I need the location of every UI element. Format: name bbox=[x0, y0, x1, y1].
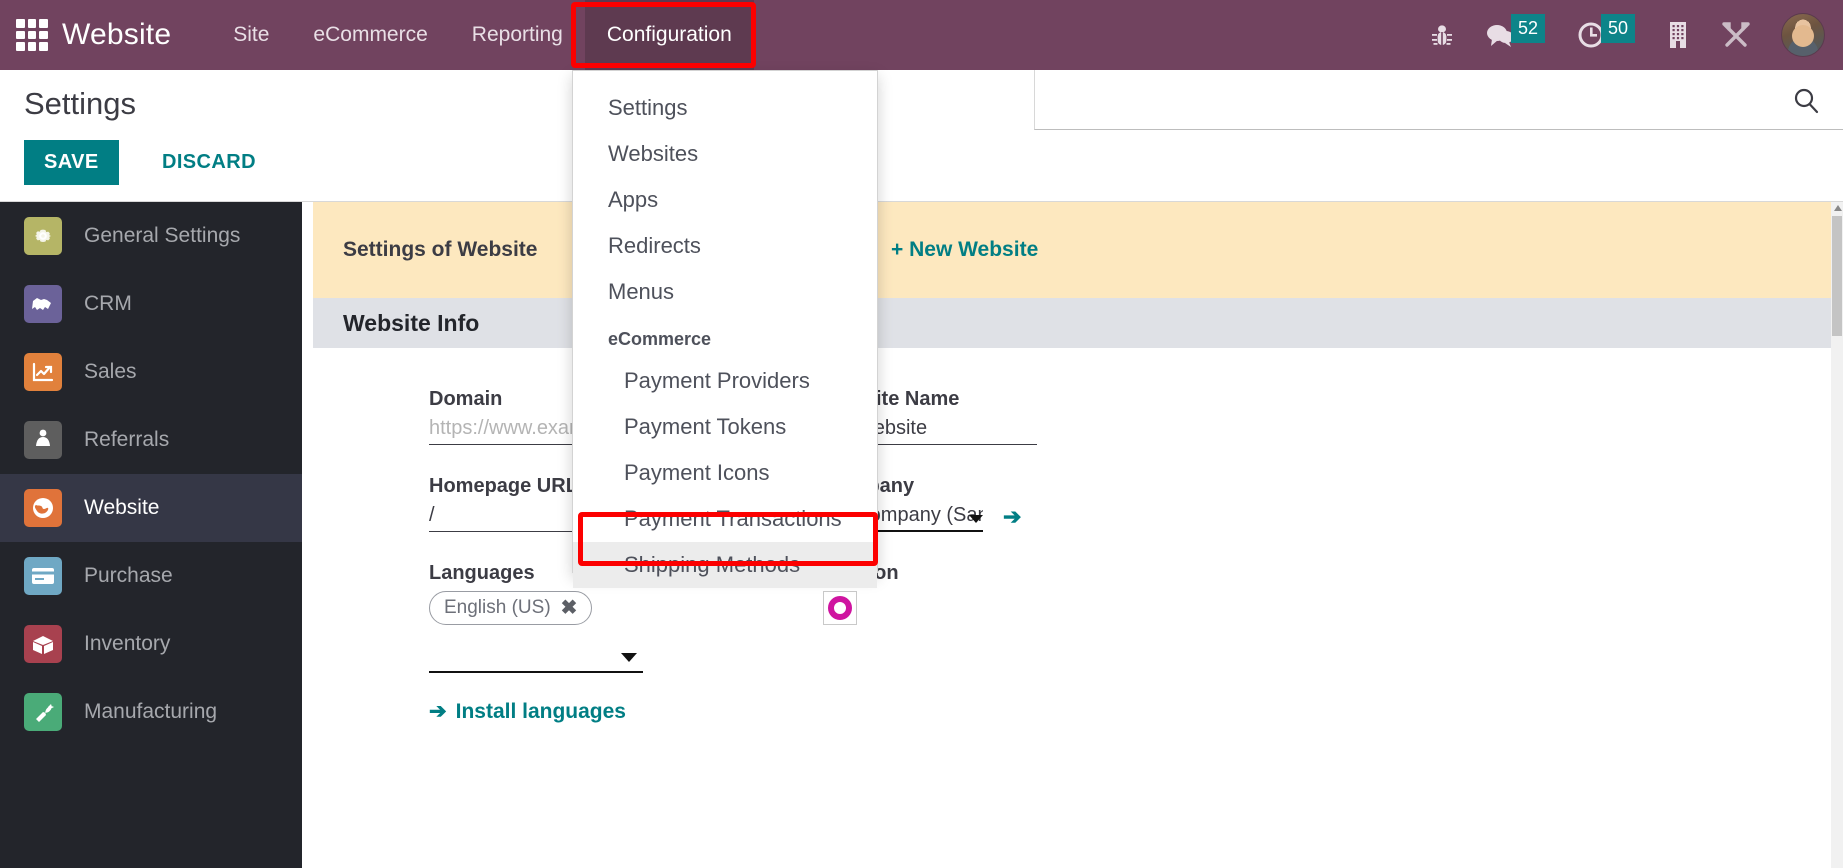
search-icon[interactable] bbox=[1793, 88, 1819, 119]
sidebar-item-manufacturing[interactable]: Manufacturing bbox=[0, 678, 302, 746]
chevron-down-icon[interactable] bbox=[969, 515, 983, 523]
search-bar[interactable] bbox=[1034, 70, 1843, 130]
arrow-right-icon: ➔ bbox=[429, 700, 447, 723]
nav-item-reporting[interactable]: Reporting bbox=[450, 0, 585, 70]
sidebar-item-sales[interactable]: Sales bbox=[0, 338, 302, 406]
sidebar-item-crm[interactable]: CRM bbox=[0, 270, 302, 338]
developer-tools-icon[interactable] bbox=[1721, 21, 1751, 49]
settings-banner-title: Settings of Website bbox=[343, 238, 538, 261]
handshake-icon bbox=[24, 285, 62, 323]
menu-item-payment-providers[interactable]: Payment Providers bbox=[573, 358, 877, 404]
sidebar-item-label: Referrals bbox=[84, 428, 170, 451]
wrench-icon bbox=[24, 693, 62, 731]
sidebar-item-website[interactable]: Website bbox=[0, 474, 302, 542]
save-button[interactable]: SAVE bbox=[24, 140, 119, 185]
chart-up-icon bbox=[24, 353, 62, 391]
messages-badge: 52 bbox=[1510, 13, 1545, 43]
sidebar-item-label: Manufacturing bbox=[84, 700, 218, 723]
languages-selector[interactable]: English (US) ✖ bbox=[429, 591, 643, 673]
nav-item-configuration[interactable]: Configuration bbox=[584, 0, 754, 70]
sidebar-item-label: Purchase bbox=[84, 564, 173, 587]
menu-item-payment-transactions[interactable]: Payment Transactions bbox=[573, 496, 877, 542]
new-website-button[interactable]: + New Website bbox=[891, 238, 1038, 262]
sidebar-item-label: Website bbox=[84, 496, 160, 519]
discard-button[interactable]: DISCARD bbox=[150, 140, 268, 185]
menu-item-redirects[interactable]: Redirects bbox=[573, 223, 877, 269]
menu-section-ecommerce: eCommerce bbox=[608, 329, 712, 349]
favicon-image[interactable] bbox=[823, 591, 857, 625]
configuration-dropdown-menu: Settings Websites Apps Redirects Menus e… bbox=[572, 70, 878, 588]
globe-icon bbox=[24, 489, 62, 527]
user-avatar[interactable] bbox=[1781, 13, 1825, 57]
app-brand-title[interactable]: Website bbox=[62, 18, 171, 52]
chevron-down-icon[interactable] bbox=[621, 653, 637, 662]
remove-language-icon[interactable]: ✖ bbox=[561, 598, 578, 618]
scroll-up-arrow-icon[interactable] bbox=[1833, 205, 1842, 211]
sidebar-item-label: General Settings bbox=[84, 224, 241, 247]
favicon-ring-icon bbox=[828, 596, 852, 620]
box-icon bbox=[24, 625, 62, 663]
company-building-icon[interactable] bbox=[1667, 21, 1689, 49]
settings-main-panel: Settings of Website + New Website Websit… bbox=[313, 202, 1843, 868]
sidebar-item-referrals[interactable]: Referrals bbox=[0, 406, 302, 474]
sidebar-item-label: CRM bbox=[84, 292, 132, 315]
apps-grid-icon[interactable] bbox=[16, 19, 48, 51]
menu-item-shipping-methods[interactable]: Shipping Methods bbox=[573, 542, 877, 588]
install-languages-link[interactable]: ➔ Install languages bbox=[429, 699, 643, 724]
systray: 52 50 bbox=[1415, 0, 1843, 70]
language-tag-label: English (US) bbox=[444, 597, 551, 618]
card-icon bbox=[24, 557, 62, 595]
settings-banner: Settings of Website + New Website bbox=[313, 202, 1843, 298]
sidebar-item-general-settings[interactable]: General Settings bbox=[0, 202, 302, 270]
person-icon bbox=[24, 421, 62, 459]
messages-icon[interactable]: 52 bbox=[1485, 13, 1545, 57]
nav-item-ecommerce[interactable]: eCommerce bbox=[291, 0, 449, 70]
website-info-section-header: Website Info bbox=[313, 298, 1843, 348]
activities-clock-icon[interactable]: 50 bbox=[1577, 13, 1635, 57]
main-scrollbar[interactable] bbox=[1831, 202, 1843, 868]
menu-item-payment-icons[interactable]: Payment Icons bbox=[573, 450, 877, 496]
menu-item-apps[interactable]: Apps bbox=[573, 177, 877, 223]
language-tag[interactable]: English (US) ✖ bbox=[429, 591, 593, 625]
page-title: Settings bbox=[24, 86, 137, 121]
sidebar-item-inventory[interactable]: Inventory bbox=[0, 610, 302, 678]
install-languages-label: Install languages bbox=[455, 699, 626, 723]
sidebar-item-label: Sales bbox=[84, 360, 137, 383]
main-scroll-thumb[interactable] bbox=[1832, 216, 1842, 336]
menu-item-websites[interactable]: Websites bbox=[573, 131, 877, 177]
top-navigation-bar: Website Site eCommerce Reporting Configu… bbox=[0, 0, 1843, 70]
bug-icon[interactable] bbox=[1431, 23, 1453, 47]
open-company-arrow-icon[interactable]: ➔ bbox=[1003, 504, 1021, 530]
activities-badge: 50 bbox=[1600, 13, 1635, 43]
gear-icon bbox=[24, 217, 62, 255]
control-panel: Settings SAVE DISCARD bbox=[0, 70, 1843, 202]
language-dropdown[interactable] bbox=[429, 639, 643, 673]
sidebar-item-label: Inventory bbox=[84, 632, 171, 655]
website-info-form: Domain Homepage URL Languages English (U… bbox=[313, 348, 1843, 754]
menu-item-settings[interactable]: Settings bbox=[573, 85, 877, 131]
menu-item-menus[interactable]: Menus bbox=[573, 269, 877, 315]
nav-item-site[interactable]: Site bbox=[211, 0, 291, 70]
sidebar-item-purchase[interactable]: Purchase bbox=[0, 542, 302, 610]
menu-item-payment-tokens[interactable]: Payment Tokens bbox=[573, 404, 877, 450]
app-sidebar: General Settings CRM Sales Referrals Web… bbox=[0, 202, 302, 868]
